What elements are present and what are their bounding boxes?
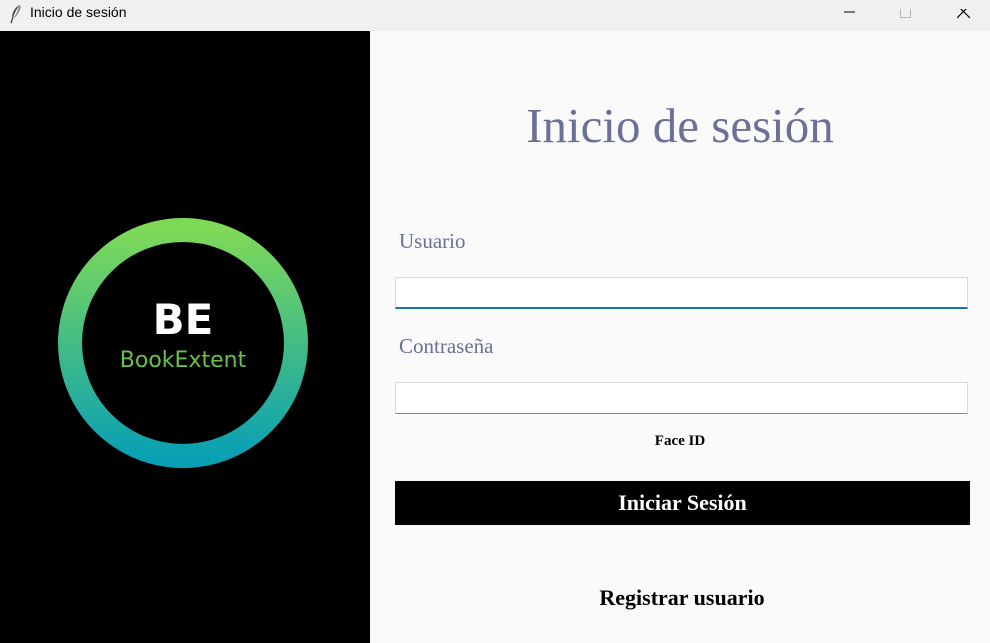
- title-bar: Inicio de sesión: [0, 0, 990, 31]
- minimize-icon: [844, 11, 855, 13]
- logo-name: BookExtent: [120, 348, 247, 373]
- feather-icon: [10, 5, 21, 24]
- bookextent-logo: BE BookExtent: [58, 218, 308, 468]
- close-icon: [957, 9, 971, 19]
- minimize-button[interactable]: [827, 0, 873, 31]
- register-user-link[interactable]: Registrar usuario: [370, 584, 990, 612]
- password-input[interactable]: [395, 382, 968, 414]
- username-input[interactable]: [395, 277, 968, 309]
- page-title: Inicio de sesión: [526, 98, 834, 153]
- maximize-icon: [900, 9, 911, 18]
- username-label: Usuario: [399, 229, 466, 253]
- face-id-button[interactable]: Face ID: [370, 432, 990, 451]
- login-form: Inicio de sesión Usuario Contraseña Face…: [370, 31, 990, 643]
- login-button[interactable]: Iniciar Sesión: [395, 481, 970, 525]
- logo-panel: BE BookExtent: [0, 31, 370, 643]
- window-title: Inicio de sesión: [30, 4, 127, 20]
- maximize-button[interactable]: [883, 0, 929, 31]
- logo-initials: BE: [153, 295, 214, 344]
- close-button[interactable]: [940, 0, 986, 31]
- password-label: Contraseña: [399, 334, 494, 358]
